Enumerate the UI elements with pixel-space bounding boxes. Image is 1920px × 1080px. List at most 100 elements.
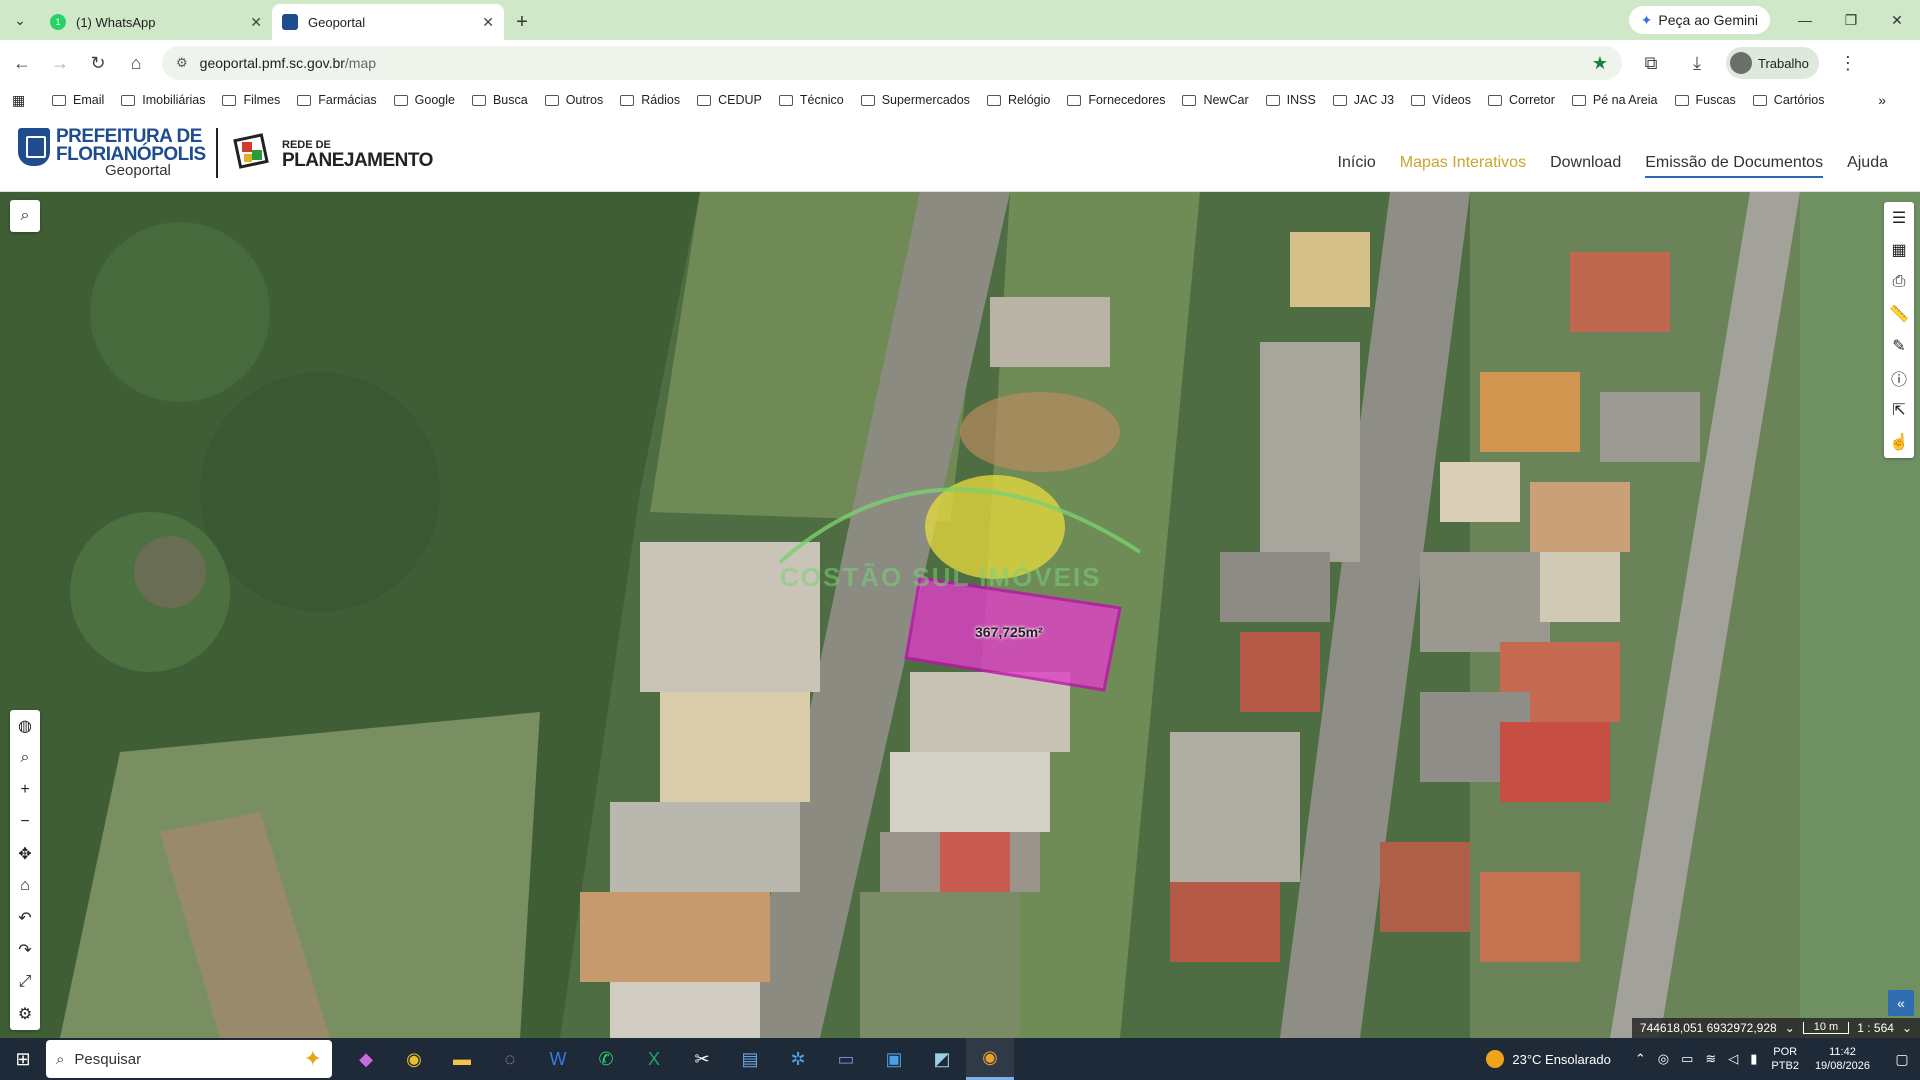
new-tab-button[interactable]: + (504, 4, 540, 40)
copilot-icon[interactable]: ◆ (342, 1038, 390, 1080)
nav-ajuda[interactable]: Ajuda (1847, 154, 1888, 178)
globe-icon[interactable]: ◍ (10, 710, 40, 742)
more-bookmarks-icon[interactable]: » (1878, 92, 1886, 108)
whatsapp-icon[interactable]: ✆ (582, 1038, 630, 1080)
settings-icon[interactable]: ⚙ (10, 998, 40, 1030)
ruler-icon[interactable]: 📏 (1884, 298, 1914, 330)
collapse-panel-icon[interactable]: « (1888, 990, 1914, 1016)
taskbar-search[interactable]: ⌕ Pesquisar ✦ (46, 1040, 332, 1078)
app-icon[interactable]: ◩ (918, 1038, 966, 1080)
downloads-icon[interactable]: ⤓ (1680, 46, 1714, 80)
chrome-icon[interactable]: ◉ (390, 1038, 438, 1080)
bookmark-folder[interactable]: JAC J3 (1332, 93, 1394, 107)
draw-icon[interactable]: ✎ (1884, 330, 1914, 362)
zoom-in-icon[interactable]: + (10, 774, 40, 806)
bookmark-folder[interactable]: Fuscas (1674, 93, 1736, 107)
bookmark-folder[interactable]: Busca (471, 93, 528, 107)
bookmark-star-icon[interactable]: ★ (1592, 53, 1608, 74)
extensions-icon[interactable]: ⧉ (1634, 46, 1668, 80)
bookmark-folder[interactable]: Filmes (222, 93, 280, 107)
redo-icon[interactable]: ↷ (10, 934, 40, 966)
gemini-button[interactable]: ✦ Peça ao Gemini (1628, 6, 1770, 34)
nav-mapas-interativos[interactable]: Mapas Interativos (1400, 154, 1526, 178)
url-bar[interactable]: ⚙ geoportal.pmf.sc.gov.br /map ★ (162, 46, 1622, 80)
basemap-icon[interactable]: ▦ (1884, 234, 1914, 266)
map-canvas[interactable]: COSTÃO SUL IMÓVEIS 367,725m² ⌕ ◍ ⌕ + − ✥… (0, 192, 1920, 1038)
chrome-profile-icon[interactable]: ◉ (966, 1038, 1014, 1080)
app-tray-icon[interactable]: ◎ (1658, 1051, 1669, 1067)
close-window-icon[interactable]: ✕ (1874, 0, 1920, 40)
volume-icon[interactable]: ◁ (1728, 1051, 1738, 1067)
calculator-icon[interactable]: ▤ (726, 1038, 774, 1080)
search-icon[interactable]: ⌕ (10, 200, 40, 232)
weather-widget[interactable]: 23°C Ensolarado (1486, 1050, 1611, 1068)
close-tab-icon[interactable]: ✕ (482, 14, 494, 31)
print-icon[interactable]: ⎙ (1884, 266, 1914, 298)
rede-planejamento-logo[interactable]: REDE DE PLANEJAMENTO (233, 130, 433, 176)
bookmark-folder[interactable]: Google (393, 93, 455, 107)
zoom-out-icon[interactable]: − (10, 806, 40, 838)
projection-dropdown-icon[interactable]: ⌄ (1785, 1021, 1795, 1035)
zoom-box-icon[interactable]: ⌕ (10, 742, 40, 774)
restore-icon[interactable]: ❐ (1828, 0, 1874, 40)
kebab-menu-icon[interactable]: ⋮ (1831, 46, 1865, 80)
tab-geoportal[interactable]: Geoportal ✕ (272, 4, 504, 40)
notification-icon[interactable]: ▢ (1884, 1051, 1920, 1068)
home-extent-icon[interactable]: ⌂ (10, 870, 40, 902)
excel-icon[interactable]: X (630, 1038, 678, 1080)
language-indicator[interactable]: POR PTB2 (1771, 1045, 1799, 1073)
bookmark-folder[interactable]: Rádios (620, 93, 680, 107)
bookmark-folder[interactable]: Corretor (1488, 93, 1555, 107)
battery-icon[interactable]: ▮ (1750, 1051, 1757, 1067)
bookmark-folder[interactable]: NewCar (1182, 93, 1249, 107)
apps-grid-icon[interactable]: ▦ (12, 92, 34, 109)
forward-icon[interactable]: → (44, 47, 76, 79)
nav-download[interactable]: Download (1550, 154, 1621, 178)
bookmark-folder[interactable]: Vídeos (1411, 93, 1471, 107)
identify-hand-icon[interactable]: ☝ (1884, 426, 1914, 458)
home-icon[interactable]: ⌂ (120, 47, 152, 79)
bookmark-folder[interactable]: Imobiliárias (121, 93, 205, 107)
tab-whatsapp[interactable]: 1 (1) WhatsApp ✕ (40, 4, 272, 40)
close-tab-icon[interactable]: ✕ (250, 14, 262, 31)
bookmark-folder[interactable]: Técnico (778, 93, 844, 107)
bookmark-folder[interactable]: Supermercados (860, 93, 970, 107)
minimize-icon[interactable]: — (1782, 0, 1828, 40)
app-icon[interactable]: ◌ (486, 1038, 534, 1080)
fullscreen-icon[interactable]: ⤢ (10, 966, 40, 998)
bookmark-folder[interactable]: CEDUP (697, 93, 762, 107)
clock[interactable]: 11:42 19/08/2026 (1815, 1045, 1870, 1073)
bookmark-folder[interactable]: Farmácias (297, 93, 377, 107)
bookmark-folder[interactable]: Cartórios (1752, 93, 1825, 107)
profile-button[interactable]: Trabalho (1726, 47, 1819, 79)
app-icon[interactable]: ✲ (774, 1038, 822, 1080)
bookmark-folder[interactable]: Relógio (986, 93, 1050, 107)
bookmark-folder[interactable]: Pé na Areia (1571, 93, 1658, 107)
reload-icon[interactable]: ↻ (82, 47, 114, 79)
undo-icon[interactable]: ↶ (10, 902, 40, 934)
start-windows-icon[interactable]: ⊞ (0, 1038, 46, 1080)
scale-dropdown-icon[interactable]: ⌄ (1902, 1021, 1912, 1035)
info-icon[interactable]: ⓘ (1884, 362, 1914, 394)
chevron-up-icon[interactable]: ⌃ (1635, 1051, 1646, 1067)
file-explorer-icon[interactable]: ▬ (438, 1038, 486, 1080)
word-icon[interactable]: W (534, 1038, 582, 1080)
snipping-tool-icon[interactable]: ✂ (678, 1038, 726, 1080)
monitor-icon[interactable]: ▭ (1681, 1051, 1693, 1067)
nav-emissao-documentos[interactable]: Emissão de Documentos (1645, 154, 1824, 178)
back-icon[interactable]: ← (6, 47, 38, 79)
layers-icon[interactable]: ☰ (1884, 202, 1914, 234)
pmf-logo[interactable]: PREFEITURA DE FLORIANÓPOLIS (18, 127, 206, 166)
tab-search-menu-icon[interactable]: ⌄ (0, 0, 40, 40)
site-info-icon[interactable]: ⚙ (176, 55, 188, 71)
bookmark-folder[interactable]: Email (52, 93, 104, 107)
bookmark-folder[interactable]: INSS (1265, 93, 1316, 107)
app-icon[interactable]: ▭ (822, 1038, 870, 1080)
app-icon[interactable]: ▣ (870, 1038, 918, 1080)
nav-inicio[interactable]: Início (1338, 154, 1376, 178)
wifi-icon[interactable]: ≋ (1705, 1051, 1716, 1067)
pan-icon[interactable]: ✥ (10, 838, 40, 870)
bookmark-folder[interactable]: Outros (544, 93, 603, 107)
export-icon[interactable]: ⇱ (1884, 394, 1914, 426)
bookmark-folder[interactable]: Fornecedores (1067, 93, 1165, 107)
